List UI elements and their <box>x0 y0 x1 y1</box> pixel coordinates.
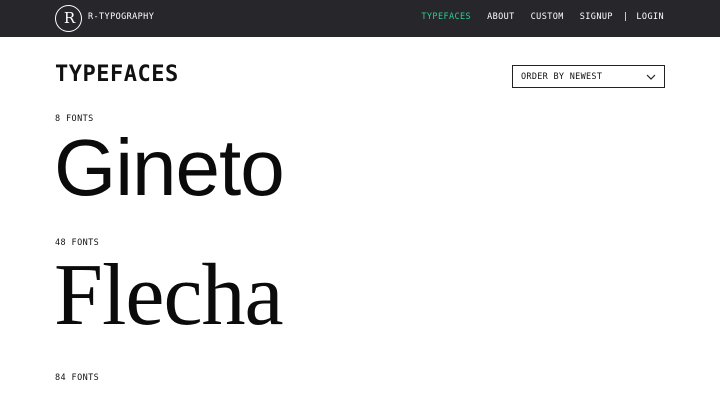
sort-selected-value: ORDER BY NEWEST <box>521 71 603 82</box>
nav-custom[interactable]: CUSTOM <box>531 12 564 22</box>
typeface-name[interactable]: Flecha <box>54 252 284 340</box>
typeface-name[interactable]: Gineto <box>54 128 285 208</box>
brand-name[interactable]: R-TYPOGRAPHY <box>88 12 154 22</box>
top-navigation-bar: R R-TYPOGRAPHY TYPEFACES ABOUT CUSTOM SI… <box>0 0 720 37</box>
chevron-down-icon <box>646 74 656 80</box>
nav-separator: | <box>622 12 629 22</box>
nav-signup[interactable]: SIGNUP <box>580 12 613 22</box>
brand-logo[interactable]: R <box>55 5 82 32</box>
nav-about[interactable]: ABOUT <box>487 12 515 22</box>
sort-dropdown[interactable]: ORDER BY NEWEST <box>512 65 665 88</box>
logo-letter: R <box>63 9 75 27</box>
typeface-font-count: 84 FONTS <box>55 373 100 383</box>
main-nav: TYPEFACES ABOUT CUSTOM SIGNUP | LOGIN <box>421 12 664 22</box>
page-title: TYPEFACES <box>55 62 179 87</box>
nav-typefaces[interactable]: TYPEFACES <box>421 12 471 22</box>
nav-login[interactable]: LOGIN <box>636 12 664 22</box>
